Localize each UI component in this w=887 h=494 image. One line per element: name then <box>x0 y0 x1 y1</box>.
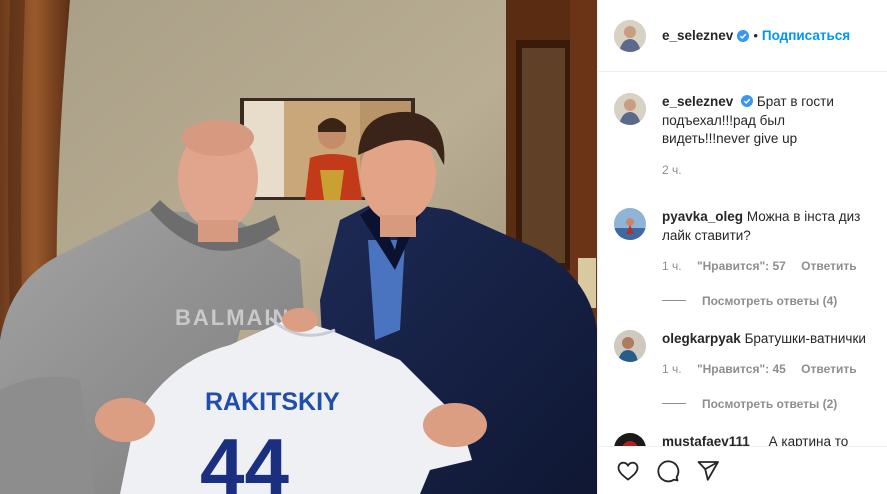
caption-username[interactable]: e_seleznev <box>662 94 733 109</box>
jersey-name-text: RAKITSKIY <box>205 388 340 416</box>
comment-text: А картина то <box>768 433 849 447</box>
post-image: BALMAIN RAKITSKIY 44 <box>0 0 597 494</box>
comment-username[interactable]: mustafaev111__ <box>662 434 765 447</box>
caption-body: e_seleznev Брат в гости подъехал!!!рад б… <box>662 93 871 179</box>
comment-button[interactable] <box>648 451 688 491</box>
avatar-image <box>614 19 646 52</box>
caption-avatar[interactable] <box>614 93 646 125</box>
commenter-avatar[interactable] <box>614 329 646 362</box>
author-username[interactable]: e_seleznev <box>662 28 733 43</box>
comment-time[interactable]: 1 ч. <box>662 259 682 273</box>
comment-item: pyavka_oleg Можна в інста диз лайк стави… <box>614 208 871 276</box>
comment-item: mustafaev111__ А картина то <box>614 432 871 447</box>
comment-username[interactable]: olegkarpyak <box>662 331 741 346</box>
caption-time[interactable]: 2 ч. <box>662 161 871 180</box>
comment-icon <box>657 460 680 482</box>
post-side-panel: e_seleznev • Подписаться e_seleznev Брат… <box>597 0 887 494</box>
view-replies-label[interactable]: Посмотреть ответы (4) <box>702 294 837 308</box>
post-caption: e_seleznev Брат в гости подъехал!!!рад б… <box>614 73 871 179</box>
avatar-image <box>614 432 646 446</box>
view-replies-label[interactable]: Посмотреть ответы (2) <box>702 397 837 411</box>
like-button[interactable] <box>608 451 648 491</box>
comment-likes[interactable]: "Нравится": 45 <box>697 362 786 376</box>
verified-badge-icon <box>741 95 754 107</box>
comment-meta: 1 ч. "Нравится": 57 Ответить <box>662 257 871 276</box>
comment-reply-button[interactable]: Ответить <box>801 362 856 376</box>
comment-body: olegkarpyak Братушки-ватнички 1 ч. "Нрав… <box>662 330 871 379</box>
jersey-number-text: 44 <box>200 422 289 494</box>
post-photo[interactable]: BALMAIN RAKITSKIY 44 <box>0 0 597 494</box>
avatar-image <box>614 329 646 362</box>
comment-likes[interactable]: "Нравится": 57 <box>697 259 786 273</box>
post-actions-bar <box>598 446 887 494</box>
author-avatar[interactable] <box>614 19 646 52</box>
verified-badge-icon <box>737 29 750 42</box>
comment-item: olegkarpyak Братушки-ватнички 1 ч. "Нрав… <box>614 329 871 379</box>
heart-icon <box>617 461 639 481</box>
commenter-avatar[interactable] <box>614 208 646 240</box>
follow-button[interactable]: Подписаться <box>762 28 850 43</box>
replies-divider <box>662 300 686 301</box>
share-button[interactable] <box>688 451 728 491</box>
avatar-image <box>614 93 646 125</box>
comment-meta: 1 ч. "Нравится": 45 Ответить <box>662 360 871 379</box>
separator-dot: • <box>753 28 758 43</box>
replies-divider <box>662 403 686 404</box>
view-replies[interactable]: Посмотреть ответы (4) <box>662 294 871 308</box>
share-icon <box>697 460 719 481</box>
view-replies[interactable]: Посмотреть ответы (2) <box>662 397 871 411</box>
post-header: e_seleznev • Подписаться <box>598 0 887 72</box>
comments-list[interactable]: e_seleznev Брат в гости подъехал!!!рад б… <box>598 73 887 446</box>
comment-text: Братушки-ватнички <box>744 330 866 346</box>
comment-body: pyavka_oleg Можна в інста диз лайк стави… <box>662 208 871 276</box>
commenter-avatar[interactable] <box>614 432 646 446</box>
comment-reply-button[interactable]: Ответить <box>801 259 856 273</box>
comment-username[interactable]: pyavka_oleg <box>662 209 743 224</box>
avatar-image <box>614 208 646 240</box>
comment-body: mustafaev111__ А картина то <box>662 433 871 447</box>
comment-time[interactable]: 1 ч. <box>662 362 682 376</box>
